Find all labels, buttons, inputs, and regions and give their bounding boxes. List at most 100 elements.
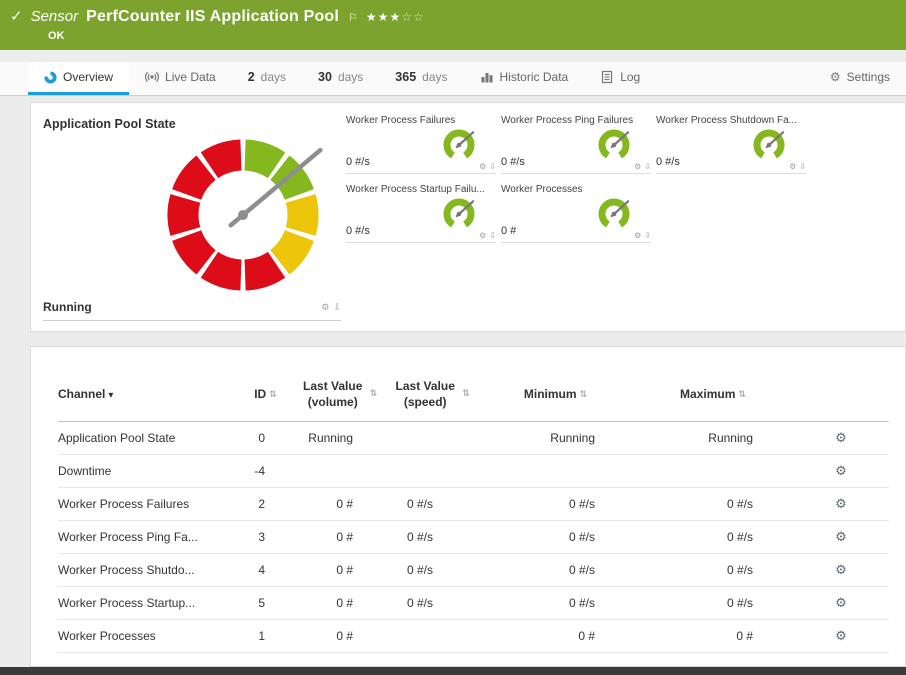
mini-gauge-svg [436, 125, 482, 167]
mini-gauge-svg [591, 194, 637, 236]
stars-filled: ★★★ [366, 10, 401, 24]
gauge-gear-icon[interactable]: ⚙ [634, 162, 641, 171]
table-row: Worker Processes 1 0 # 0 # 0 # ⚙ [58, 619, 889, 652]
gauge-pin-icon[interactable]: ⇩ [644, 162, 651, 171]
status-check-icon: ✓ [10, 7, 23, 25]
channel-settings-gear-icon[interactable]: ⚙ [835, 628, 847, 643]
tab-historic-data[interactable]: Historic Data [464, 62, 585, 95]
tab-live-data[interactable]: Live Data [129, 62, 232, 95]
col-header-maximum[interactable]: Maximum⇅ [633, 367, 793, 421]
sensor-title: PerfCounter IIS Application Pool [86, 8, 339, 26]
tab-label: Historic Data [500, 70, 569, 84]
gauge-gear-icon[interactable]: ⚙ [321, 302, 329, 313]
sort-icon: ⇅ [269, 389, 277, 399]
cell-minimum [478, 454, 633, 487]
cell-last-volume: 0 # [293, 487, 383, 520]
cell-channel: Worker Processes [58, 619, 238, 652]
cell-last-speed: 0 #/s [383, 487, 478, 520]
col-header-channel[interactable]: Channel▾ [58, 367, 238, 421]
channel-settings-gear-icon[interactable]: ⚙ [835, 562, 847, 577]
gauge-gear-icon[interactable]: ⚙ [479, 231, 486, 240]
tab-days-unit: days [338, 70, 363, 84]
prtg-sensor-page: ✓ Sensor PerfCounter IIS Application Poo… [0, 0, 906, 675]
table-row: Application Pool State 0 Running Running… [58, 421, 889, 454]
table-row: Worker Process Ping Fa... 3 0 # 0 #/s 0 … [58, 520, 889, 553]
mini-gauge-grid: Worker Process Failures 0 #/s ⚙ ⇩ Worker… [346, 115, 806, 243]
channel-table: Channel▾ ID⇅ Last Value (volume)⇅ Last V… [58, 367, 889, 653]
sort-icon: ⇅ [738, 389, 746, 399]
table-row: Worker Process Failures 2 0 # 0 #/s 0 #/… [58, 487, 889, 520]
gauge-pin-icon[interactable]: ⇩ [799, 162, 806, 171]
col-header-last-value-volume[interactable]: Last Value (volume)⇅ [293, 367, 383, 421]
object-kind-label: Sensor [31, 8, 79, 25]
mini-gauge-tile: Worker Process Ping Failures 0 #/s ⚙ ⇩ [501, 115, 651, 174]
cell-maximum [633, 454, 793, 487]
mini-gauge-svg [746, 125, 792, 167]
tab-days-number: 30 [318, 70, 332, 84]
tab-label: Live Data [165, 70, 216, 84]
priority-stars[interactable]: ★★★☆☆ [366, 10, 425, 24]
gauge-pin-icon[interactable]: ⇩ [489, 162, 496, 171]
cell-minimum: 0 #/s [478, 586, 633, 619]
col-header-label: ID [254, 387, 266, 401]
mini-gauge-value: 0 #/s [346, 225, 370, 237]
col-header-label: Last Value (speed) [391, 378, 459, 410]
sort-icon: ⇅ [462, 388, 470, 398]
mini-gauge-tile: Worker Process Startup Failu... 0 #/s ⚙ … [346, 184, 496, 243]
gauge-pin-icon[interactable]: ⇩ [489, 231, 496, 240]
overview-panel: Application Pool State Running ⚙ ⇩ Worke… [30, 102, 906, 332]
col-header-id[interactable]: ID⇅ [238, 367, 293, 421]
gauge-pin-icon[interactable]: ⇩ [644, 231, 651, 240]
tab-days-unit: days [261, 70, 286, 84]
channel-settings-gear-icon[interactable]: ⚙ [835, 529, 847, 544]
mini-gauge-value: 0 # [501, 225, 516, 237]
channel-settings-gear-icon[interactable]: ⚙ [835, 496, 847, 511]
cell-maximum: Running [633, 421, 793, 454]
log-icon [600, 70, 614, 84]
tab-label: Overview [63, 70, 113, 84]
status-badge: OK [48, 30, 896, 42]
channel-settings-gear-icon[interactable]: ⚙ [835, 463, 847, 478]
gauge-pin-icon[interactable]: ⇩ [333, 302, 341, 313]
cell-id: 0 [238, 421, 293, 454]
tab-30-days[interactable]: 30 days [302, 62, 379, 95]
cell-last-speed: 0 #/s [383, 586, 478, 619]
channel-settings-gear-icon[interactable]: ⚙ [835, 595, 847, 610]
cell-settings: ⚙ [793, 553, 889, 586]
tab-2-days[interactable]: 2 days [232, 62, 302, 95]
tab-label: Settings [847, 70, 890, 84]
cell-last-volume: 0 # [293, 586, 383, 619]
cell-settings: ⚙ [793, 586, 889, 619]
col-header-last-value-speed[interactable]: Last Value (speed)⇅ [383, 367, 478, 421]
cell-last-speed [383, 454, 478, 487]
historic-data-icon [480, 70, 494, 84]
gauge-gear-icon[interactable]: ⚙ [634, 231, 641, 240]
gauge-gear-icon[interactable]: ⚙ [789, 162, 796, 171]
tab-365-days[interactable]: 365 days [379, 62, 463, 95]
cell-last-speed: 0 #/s [383, 553, 478, 586]
col-header-minimum[interactable]: Minimum⇅ [478, 367, 633, 421]
channel-settings-gear-icon[interactable]: ⚙ [835, 430, 847, 445]
cell-last-volume: 0 # [293, 553, 383, 586]
stars-empty: ☆☆ [401, 10, 425, 24]
cell-settings: ⚙ [793, 520, 889, 553]
mini-gauge-svg [436, 194, 482, 236]
cell-minimum: 0 #/s [478, 553, 633, 586]
tab-settings[interactable]: ⚙ Settings [814, 62, 906, 95]
sort-icon: ⇅ [580, 389, 588, 399]
tab-overview[interactable]: Overview [28, 62, 129, 95]
cell-id: 3 [238, 520, 293, 553]
cell-channel: Application Pool State [58, 421, 238, 454]
flag-icon: ⚐ [348, 11, 358, 24]
col-header-settings [793, 367, 889, 421]
table-row: Worker Process Shutdo... 4 0 # 0 #/s 0 #… [58, 553, 889, 586]
cell-channel: Worker Process Failures [58, 487, 238, 520]
tab-log[interactable]: Log [584, 62, 656, 95]
col-header-label: Minimum [524, 387, 577, 401]
cell-last-volume: 0 # [293, 619, 383, 652]
mini-gauge-tile: Worker Process Shutdown Fa... 0 #/s ⚙ ⇩ [656, 115, 806, 174]
cell-last-volume: 0 # [293, 520, 383, 553]
footer-bar [0, 667, 906, 675]
gauge-gear-icon[interactable]: ⚙ [479, 162, 486, 171]
tab-label: Log [620, 70, 640, 84]
